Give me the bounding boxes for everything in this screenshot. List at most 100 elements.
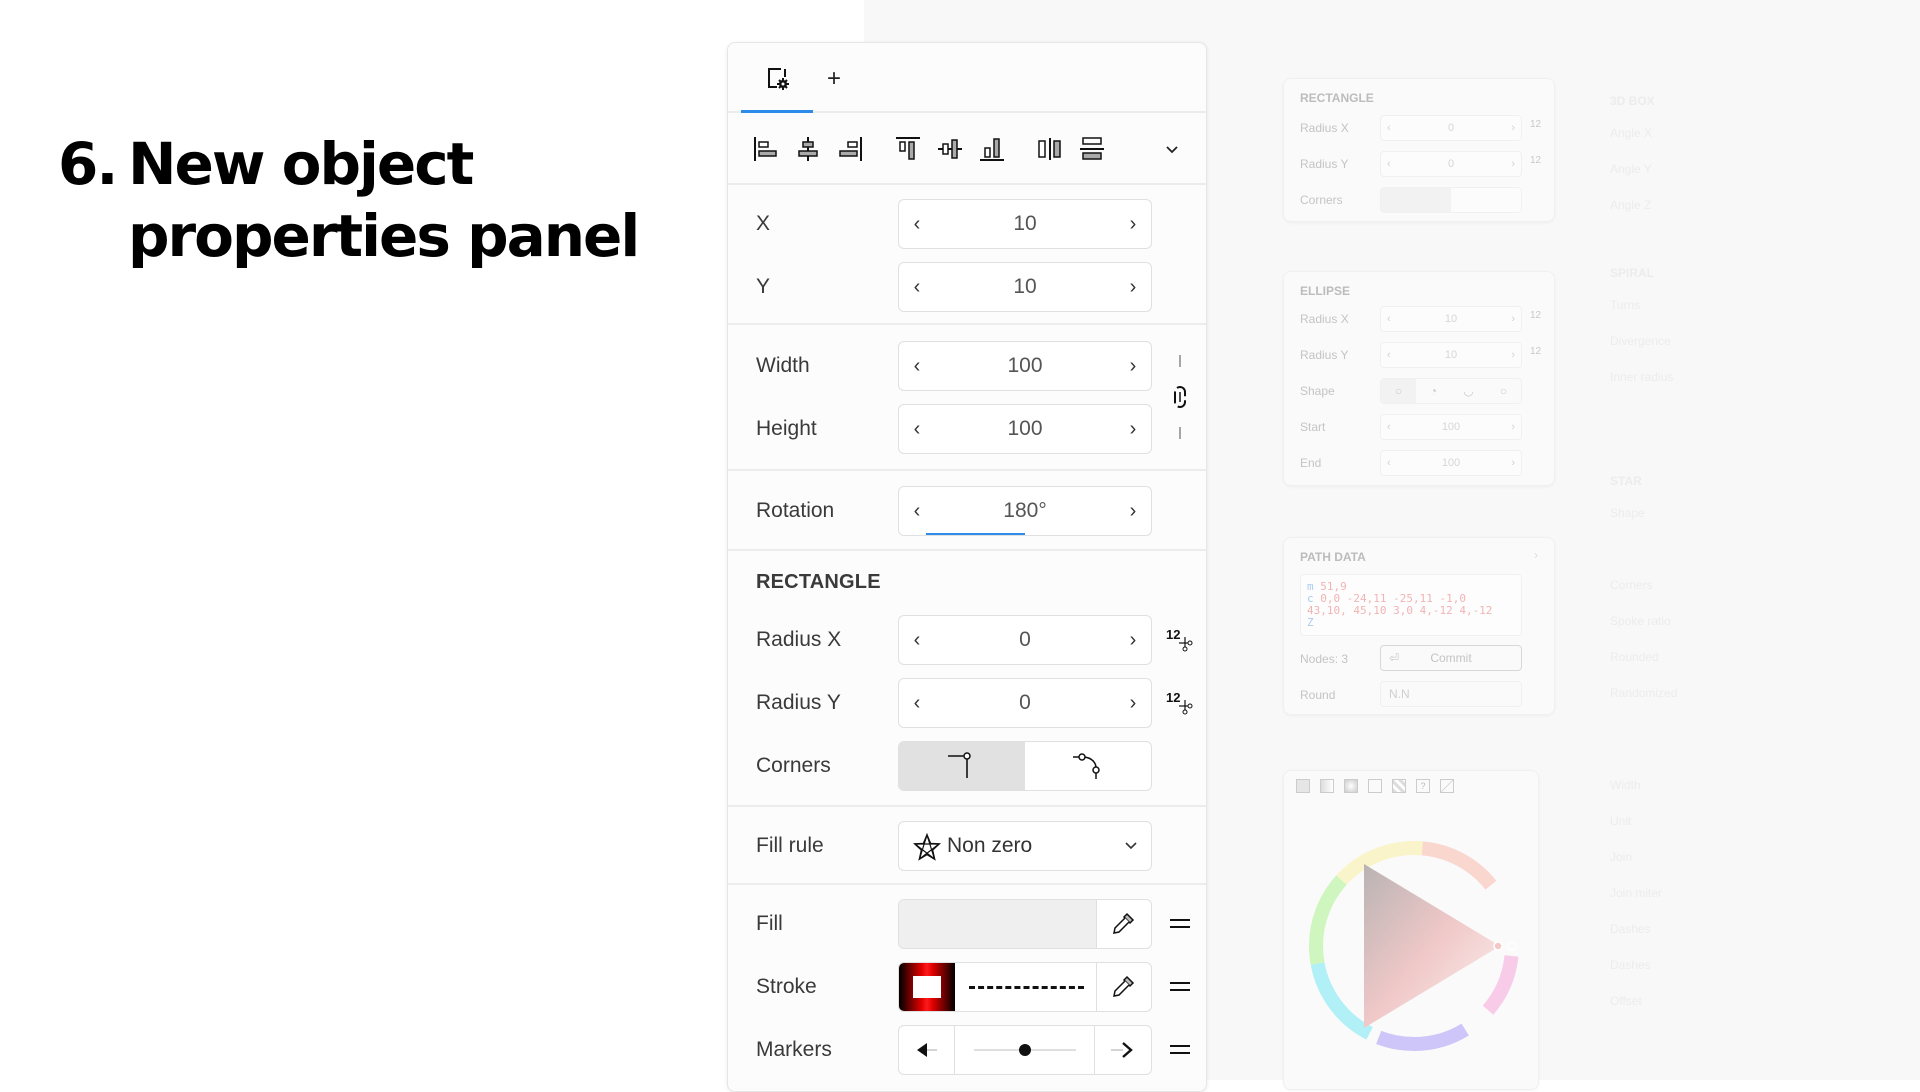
fill-color-swatch[interactable]: [899, 900, 1097, 948]
increment-y-button[interactable]: ›: [1119, 263, 1147, 311]
ghost-spinner: 100: [1380, 450, 1522, 476]
ghost-ellipse-card: ELLIPSE Radius X 10 12 Radius Y 10 12 Sh…: [1283, 271, 1555, 486]
fill-menu-button[interactable]: [1164, 899, 1196, 949]
align-right-button[interactable]: [834, 133, 866, 165]
markers-menu-button[interactable]: [1164, 1025, 1196, 1075]
fill-rule-label: Fill rule: [756, 834, 824, 857]
ghost-label: Offset: [1610, 994, 1642, 1008]
fill-rule-section: Fill rule Non zero: [728, 807, 1206, 885]
increment-radius-y-button[interactable]: ›: [1119, 679, 1147, 727]
lock-aspect-ratio-toggle[interactable]: [1164, 345, 1196, 449]
decrement-rotation-button[interactable]: ‹: [903, 487, 931, 535]
align-center-horizontal-button[interactable]: [792, 133, 824, 165]
linear-gradient-icon: [1320, 779, 1334, 793]
ghost-label: Angle X: [1610, 126, 1653, 140]
markers-row: Markers: [728, 1025, 1206, 1075]
radius-y-units-button[interactable]: 12: [1164, 678, 1196, 728]
radius-y-value[interactable]: 0: [933, 679, 1117, 727]
x-value[interactable]: 10: [933, 200, 1117, 248]
path-args: 43,10, 45,10 3,0 4,-12 4,-12: [1307, 604, 1493, 617]
radius-x-spinner[interactable]: ‹ 0 ›: [898, 615, 1152, 665]
distribute-horizontal-icon: [1038, 138, 1061, 160]
align-bottom-button[interactable]: [976, 133, 1008, 165]
mid-marker-button[interactable]: [955, 1026, 1095, 1074]
stroke-dash-style[interactable]: [955, 963, 1097, 1011]
no-paint-icon: [1440, 779, 1454, 793]
stroke-eyedropper-button[interactable]: [1095, 963, 1151, 1011]
rotation-label: Rotation: [756, 499, 835, 522]
decrement-radius-x-button[interactable]: ‹: [903, 616, 931, 664]
height-spinner[interactable]: ‹ 100 ›: [898, 404, 1152, 454]
fill-eyedropper-button[interactable]: [1095, 900, 1151, 948]
y-spinner[interactable]: ‹ 10 ›: [898, 262, 1152, 312]
height-value[interactable]: 100: [933, 405, 1117, 453]
corners-row: Corners: [728, 741, 1206, 791]
ghost-commit-label: Commit: [1430, 651, 1472, 665]
object-settings-icon: [768, 68, 789, 90]
decrement-x-button[interactable]: ‹: [903, 200, 931, 248]
align-top-icon: [896, 137, 920, 160]
height-label: Height: [756, 417, 817, 440]
ghost-nodes-count: Nodes: 3: [1300, 652, 1349, 666]
decrement-radius-y-button[interactable]: ‹: [903, 679, 931, 727]
ghost-label: Turns: [1610, 298, 1641, 312]
width-spinner[interactable]: ‹ 100 ›: [898, 341, 1152, 391]
align-left-button[interactable]: [750, 133, 782, 165]
stroke-menu-button[interactable]: [1164, 962, 1196, 1012]
align-center-vertical-button[interactable]: [934, 133, 966, 165]
stroke-color-swatch[interactable]: [899, 963, 955, 1011]
rotation-progress-bar: [926, 533, 1025, 535]
align-center-horizontal-icon: [798, 137, 818, 161]
x-label: X: [756, 212, 771, 235]
ghost-path-title: PATH DATA: [1300, 550, 1366, 564]
x-row: X ‹ 10 ›: [728, 199, 1206, 249]
increment-x-button[interactable]: ›: [1119, 200, 1147, 248]
end-marker-button[interactable]: [1095, 1026, 1151, 1074]
decrement-height-button[interactable]: ‹: [903, 405, 931, 453]
increment-height-button[interactable]: ›: [1119, 405, 1147, 453]
rounded-corner-option[interactable]: [1025, 742, 1151, 790]
start-marker-button[interactable]: [899, 1026, 955, 1074]
align-right-icon: [839, 137, 862, 161]
stroke-color-field: [898, 962, 1152, 1012]
width-label: Width: [756, 354, 810, 377]
radius-y-spinner[interactable]: ‹ 0 ›: [898, 678, 1152, 728]
sharp-corner-option[interactable]: [899, 742, 1025, 790]
rounded-corner-icon: [1073, 753, 1100, 779]
increment-radius-x-button[interactable]: ›: [1119, 616, 1147, 664]
fill-rule-select[interactable]: Non zero: [898, 821, 1152, 871]
ghost-spinner: 0: [1380, 151, 1522, 177]
units-icon: 12: [1530, 119, 1542, 130]
rotation-value[interactable]: 180°: [933, 487, 1117, 535]
distribute-vertical-icon: [1080, 137, 1104, 160]
increment-width-button[interactable]: ›: [1119, 342, 1147, 390]
ghost-label: Angle Y: [1610, 162, 1652, 176]
radius-x-units-button[interactable]: 12: [1164, 615, 1196, 665]
flat-paint-icon: [1296, 779, 1310, 793]
y-value[interactable]: 10: [933, 263, 1117, 311]
radius-x-value[interactable]: 0: [933, 616, 1117, 664]
align-top-button[interactable]: [892, 133, 924, 165]
dot-mid-marker-icon: [973, 1044, 1076, 1056]
more-align-options-button[interactable]: [1156, 133, 1188, 165]
decrement-width-button[interactable]: ‹: [903, 342, 931, 390]
distribute-vertical-button[interactable]: [1076, 133, 1108, 165]
fill-label: Fill: [756, 912, 783, 935]
x-spinner[interactable]: ‹ 10 ›: [898, 199, 1152, 249]
ghost-label: Spoke ratio: [1610, 614, 1671, 628]
ghost-spiral-title: SPIRAL: [1610, 266, 1655, 280]
markers-field: [898, 1025, 1152, 1075]
ghost-label: Dashes: [1610, 922, 1651, 936]
distribute-horizontal-button[interactable]: [1034, 133, 1066, 165]
width-value[interactable]: 100: [933, 342, 1117, 390]
corners-toggle[interactable]: [898, 741, 1152, 791]
tab-object-properties[interactable]: [762, 63, 794, 95]
increment-rotation-button[interactable]: ›: [1119, 487, 1147, 535]
rotation-spinner[interactable]: ‹ 180° ›: [898, 486, 1152, 536]
y-row: Y ‹ 10 ›: [728, 262, 1206, 312]
chevron-down-icon: [1125, 842, 1137, 850]
decrement-y-button[interactable]: ‹: [903, 263, 931, 311]
ghost-label: Angle Z: [1610, 198, 1652, 212]
ghost-label: Randomized: [1610, 686, 1678, 700]
add-tab-button[interactable]: +: [818, 63, 850, 95]
